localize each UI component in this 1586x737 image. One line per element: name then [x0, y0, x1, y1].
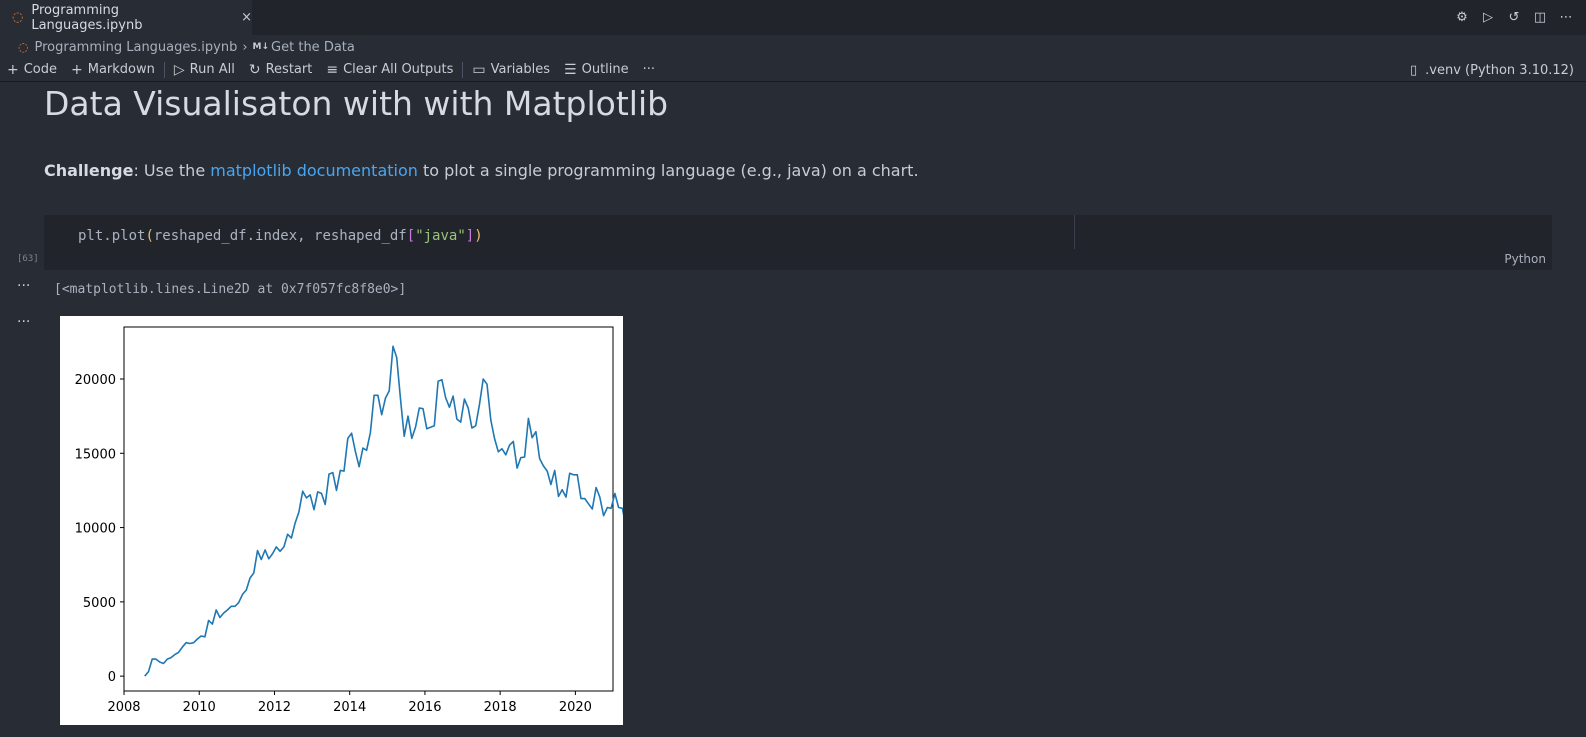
toolbar-more-button[interactable]: ···: [636, 58, 662, 82]
code-token-function: plt.plot: [78, 228, 146, 244]
y-tick-label: 0: [108, 670, 116, 685]
cell-language[interactable]: Python: [1504, 252, 1546, 266]
output-more-icon[interactable]: ···: [17, 278, 30, 294]
add-markdown-label: Markdown: [87, 62, 155, 77]
x-tick-label: 2008: [107, 700, 140, 715]
x-tick-label: 2014: [333, 700, 366, 715]
markdown-heading: Data Visualisaton with with Matplotlib: [44, 84, 669, 123]
line-chart: 2008 2010 2012 2014 2016 2018 2020 0 5000 10000 15…: [75, 326, 654, 715]
x-tick-label: 2016: [408, 700, 441, 715]
code-token-bracket: ]: [465, 228, 475, 244]
breadcrumb: ◌ Programming Languages.ipynb › M↓ Get t…: [18, 37, 355, 57]
restart-label: Restart: [265, 62, 313, 77]
kernel-picker[interactable]: ▯ .venv (Python 3.10.12): [1410, 58, 1574, 82]
code-cell[interactable]: plt.plot(reshaped_df.index, reshaped_df[…: [44, 215, 1552, 270]
restart-button[interactable]: ↻ Restart: [242, 58, 319, 82]
plot-output: 2008 2010 2012 2014 2016 2018 2020 0 5000 10000 15…: [60, 316, 654, 725]
markdown-challenge: Challenge: Use the matplotlib documentat…: [44, 161, 919, 180]
plot-frame: [123, 326, 614, 692]
code-token-paren: (: [145, 228, 154, 244]
run-all-button[interactable]: ▷ Run All: [167, 58, 242, 82]
editor-actions: ⚙ ▷ ↺ ◫ ⋯: [1454, 8, 1574, 26]
output-text: [<matplotlib.lines.Line2D at 0x7f057fc8f…: [54, 282, 407, 297]
code-token-string: "java": [415, 228, 466, 244]
x-tick-label: 2012: [258, 700, 291, 715]
history-icon[interactable]: ↺: [1506, 8, 1522, 26]
code-editor[interactable]: plt.plot(reshaped_df.index, reshaped_df[…: [78, 228, 483, 244]
outline-button[interactable]: ☰ Outline: [557, 58, 636, 82]
variables-button[interactable]: ▭ Variables: [465, 58, 557, 82]
gear-icon[interactable]: ⚙: [1454, 8, 1470, 26]
code-token-bracket: [: [406, 228, 416, 244]
variables-icon: ▭: [472, 61, 486, 78]
chevron-right-icon: ›: [242, 39, 248, 55]
matplotlib-docs-link[interactable]: matplotlib documentation: [210, 161, 418, 180]
y-tick-label: 20000: [75, 373, 116, 388]
clear-all-outputs-button[interactable]: ≡ Clear All Outputs: [319, 58, 460, 82]
editor-divider: [1074, 215, 1075, 249]
output-more-icon[interactable]: ···: [17, 314, 30, 330]
toolbar-divider: [462, 61, 464, 78]
y-tick-label: 5000: [83, 596, 116, 611]
more-actions-icon[interactable]: ⋯: [1558, 8, 1574, 26]
tab-programming-languages[interactable]: ◌ Programming Languages.ipynb ×: [0, 0, 252, 35]
add-code-button[interactable]: + Code: [0, 58, 64, 82]
y-tick-label: 10000: [75, 522, 116, 537]
x-tick-label: 2018: [484, 700, 517, 715]
execution-count: [63]: [17, 254, 39, 264]
plus-icon: +: [7, 61, 19, 78]
run-icon[interactable]: ▷: [1480, 8, 1496, 26]
jupyter-icon: ◌: [18, 40, 29, 54]
clear-all-icon: ≡: [326, 61, 339, 78]
kernel-icon: ▯: [1409, 62, 1418, 78]
plus-icon: +: [71, 61, 83, 78]
code-token-args: reshaped_df.index, reshaped_df: [153, 228, 407, 244]
split-editor-icon[interactable]: ◫: [1532, 8, 1548, 26]
outline-label: Outline: [581, 62, 629, 77]
close-icon[interactable]: ×: [241, 10, 252, 25]
tab-title: Programming Languages.ipynb: [31, 2, 143, 33]
more-icon: ···: [642, 62, 656, 77]
run-all-label: Run All: [189, 62, 235, 77]
kernel-label: .venv (Python 3.10.12): [1425, 62, 1574, 78]
challenge-bold: Challenge: [44, 161, 134, 180]
code-token-paren: ): [474, 228, 483, 244]
variables-label: Variables: [490, 62, 551, 77]
run-all-icon: ▷: [173, 61, 185, 78]
breadcrumb-section[interactable]: Get the Data: [271, 40, 355, 55]
markdown-icon: M↓: [252, 42, 270, 52]
y-tick-label: 15000: [75, 447, 116, 462]
challenge-text-post: to plot a single programming language (e…: [417, 161, 919, 180]
clear-all-outputs-label: Clear All Outputs: [343, 62, 454, 77]
breadcrumb-file[interactable]: Programming Languages.ipynb: [34, 40, 237, 55]
jupyter-icon: ◌: [12, 10, 24, 25]
toolbar-divider: [163, 61, 165, 78]
restart-icon: ↻: [248, 61, 261, 78]
tab-bar: ◌ Programming Languages.ipynb × ⚙ ▷ ↺ ◫ …: [0, 0, 1586, 35]
notebook-toolbar: + Code + Markdown ▷ Run All ↻ Restart ≡ …: [0, 58, 1586, 82]
add-code-label: Code: [23, 62, 58, 77]
challenge-text-pre: : Use the: [133, 161, 211, 180]
x-tick-label: 2010: [183, 700, 216, 715]
x-tick-label: 2020: [559, 700, 592, 715]
add-markdown-button[interactable]: + Markdown: [64, 58, 162, 82]
outline-icon: ☰: [564, 61, 577, 78]
